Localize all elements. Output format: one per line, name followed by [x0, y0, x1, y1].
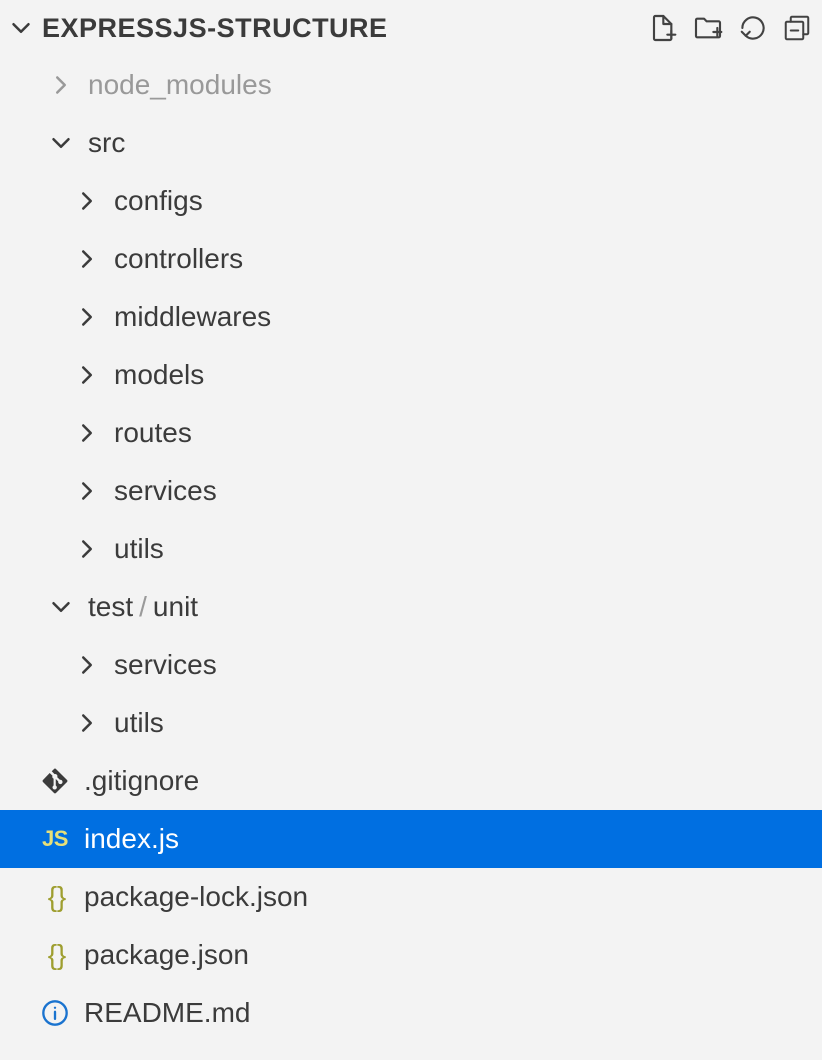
- chevron-right-icon: [72, 244, 102, 274]
- chevron-right-icon: [46, 70, 76, 100]
- folder-label: utils: [114, 707, 164, 739]
- folder-test[interactable]: test/unit: [0, 578, 822, 636]
- folder-configs[interactable]: configs: [0, 172, 822, 230]
- chevron-right-icon: [72, 360, 102, 390]
- new-folder-icon[interactable]: [692, 12, 724, 44]
- folder-utils[interactable]: utils: [0, 520, 822, 578]
- file-readme[interactable]: README.md: [0, 984, 822, 1042]
- chevron-right-icon: [72, 708, 102, 738]
- folder-label: configs: [114, 185, 203, 217]
- explorer-header-left[interactable]: EXPRESSJS-STRUCTURE: [6, 13, 646, 44]
- chevron-right-icon: [72, 534, 102, 564]
- file-label: .gitignore: [84, 765, 199, 797]
- explorer-header: EXPRESSJS-STRUCTURE: [0, 0, 822, 56]
- file-package-lock[interactable]: { } package-lock.json: [0, 868, 822, 926]
- folder-label: routes: [114, 417, 192, 449]
- folder-label: middlewares: [114, 301, 271, 333]
- folder-test-services[interactable]: services: [0, 636, 822, 694]
- folder-routes[interactable]: routes: [0, 404, 822, 462]
- folder-label: src: [88, 127, 125, 159]
- chevron-right-icon: [72, 418, 102, 448]
- git-icon: [38, 768, 72, 794]
- project-name: EXPRESSJS-STRUCTURE: [42, 13, 388, 44]
- refresh-icon[interactable]: [738, 13, 768, 43]
- file-indexjs[interactable]: JS index.js: [0, 810, 822, 868]
- path-separator: /: [133, 591, 153, 622]
- file-gitignore[interactable]: .gitignore: [0, 752, 822, 810]
- file-label: index.js: [84, 823, 179, 855]
- chevron-right-icon: [72, 302, 102, 332]
- explorer-header-actions: [646, 12, 812, 44]
- folder-services[interactable]: services: [0, 462, 822, 520]
- folder-label-test: test: [88, 591, 133, 622]
- json-icon: { }: [38, 881, 72, 913]
- chevron-right-icon: [72, 650, 102, 680]
- folder-middlewares[interactable]: middlewares: [0, 288, 822, 346]
- info-icon: [38, 999, 72, 1027]
- folder-label: services: [114, 649, 217, 681]
- chevron-down-icon: [46, 128, 76, 158]
- folder-label: services: [114, 475, 217, 507]
- folder-label: utils: [114, 533, 164, 565]
- folder-test-utils[interactable]: utils: [0, 694, 822, 752]
- json-icon: { }: [38, 939, 72, 971]
- file-label: package-lock.json: [84, 881, 308, 913]
- folder-label-unit: unit: [153, 591, 198, 622]
- file-label: package.json: [84, 939, 249, 971]
- file-tree: node_modules src configs controllers mid…: [0, 56, 822, 1042]
- file-label: README.md: [84, 997, 250, 1029]
- new-file-icon[interactable]: [646, 12, 678, 44]
- folder-src[interactable]: src: [0, 114, 822, 172]
- folder-label: test/unit: [88, 591, 198, 623]
- folder-controllers[interactable]: controllers: [0, 230, 822, 288]
- chevron-right-icon: [72, 186, 102, 216]
- folder-label: node_modules: [88, 69, 272, 101]
- js-icon: JS: [38, 826, 72, 852]
- folder-label: models: [114, 359, 204, 391]
- folder-label: controllers: [114, 243, 243, 275]
- folder-models[interactable]: models: [0, 346, 822, 404]
- chevron-down-icon: [6, 13, 36, 43]
- collapse-all-icon[interactable]: [782, 13, 812, 43]
- folder-node-modules[interactable]: node_modules: [0, 56, 822, 114]
- chevron-right-icon: [72, 476, 102, 506]
- chevron-down-icon: [46, 592, 76, 622]
- file-package[interactable]: { } package.json: [0, 926, 822, 984]
